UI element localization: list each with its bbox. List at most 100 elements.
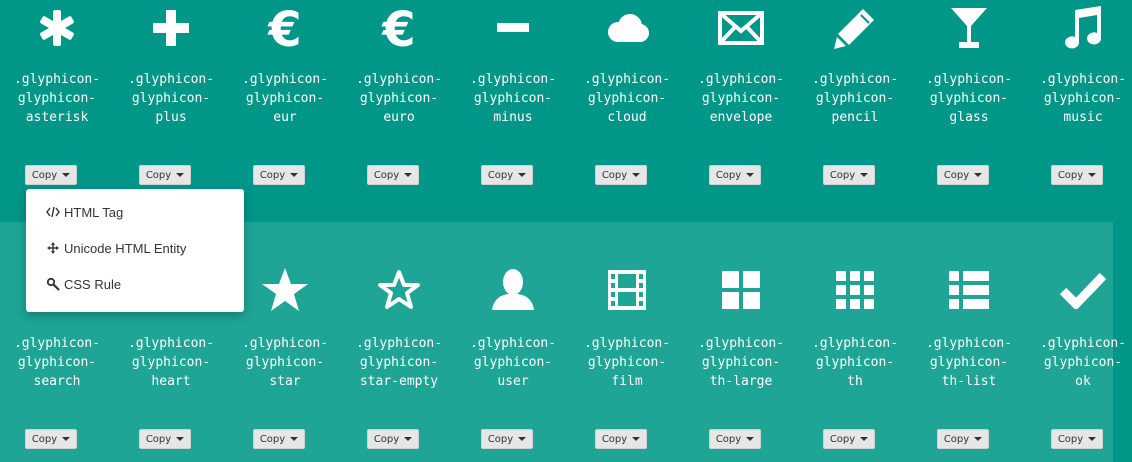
copy-button[interactable]: Copy	[139, 165, 191, 185]
class-name-line: .glyphicon-	[355, 336, 443, 351]
copy-button[interactable]: Copy	[25, 429, 77, 449]
class-name-line: pencil	[831, 110, 879, 125]
class-name-line: envelope	[709, 110, 773, 125]
caret-down-icon	[518, 173, 527, 177]
caret-down-icon	[632, 437, 641, 441]
user-icon	[456, 262, 570, 318]
class-name-line: glyphicon-	[17, 355, 97, 370]
glyph-class-name: .glyphicon-glyphicon-envelope	[684, 70, 798, 127]
glyph-class-name: .glyphicon-glyphicon-search	[0, 334, 114, 391]
copy-button-label: Copy	[829, 433, 856, 445]
class-name-line: .glyphicon-	[697, 72, 785, 87]
dropdown-item-unicode-entity[interactable]: Unicode HTML Entity	[26, 233, 244, 263]
copy-button[interactable]: Copy	[1051, 165, 1103, 185]
glyph-class-name: .glyphicon-glyphicon-pencil	[798, 70, 912, 127]
copy-button[interactable]: Copy	[595, 429, 647, 449]
copy-button[interactable]: Copy	[1051, 429, 1103, 449]
class-name-line: .glyphicon-	[13, 72, 101, 87]
copy-button[interactable]: Copy	[709, 429, 761, 449]
th-list-icon	[912, 262, 1026, 318]
pencil-icon	[798, 0, 912, 56]
asterisk-icon	[0, 0, 114, 56]
copy-button[interactable]: Copy	[253, 429, 305, 449]
class-name-line: ok	[1075, 374, 1091, 389]
class-name-line: .glyphicon-	[925, 336, 1013, 351]
class-name-line: .glyphicon-	[811, 72, 899, 87]
class-name-line: glass	[949, 110, 989, 125]
glyph-class-name: .glyphicon-glyphicon-th-list	[912, 334, 1026, 391]
caret-down-icon	[974, 437, 983, 441]
th-icon	[798, 262, 912, 318]
caret-down-icon	[518, 437, 527, 441]
star-icon	[228, 262, 342, 318]
class-name-line: .glyphicon-	[241, 72, 329, 87]
th-large-icon	[684, 262, 798, 318]
class-name-line: glyphicon-	[359, 91, 439, 106]
class-name-line: .glyphicon-	[583, 72, 671, 87]
copy-button-label: Copy	[373, 433, 400, 445]
copy-button[interactable]: Copy	[367, 165, 419, 185]
dropdown-item-label: Unicode HTML Entity	[64, 240, 187, 256]
class-name-line: .glyphicon-	[925, 72, 1013, 87]
dropdown-item-label: HTML Tag	[64, 204, 124, 220]
copy-button-label: Copy	[715, 433, 742, 445]
plus-icon	[114, 0, 228, 56]
copy-button[interactable]: Copy	[253, 165, 305, 185]
glyph-class-name: .glyphicon-glyphicon-ok	[1026, 334, 1132, 391]
class-name-line: glyphicon-	[701, 355, 781, 370]
class-name-line: .glyphicon-	[811, 336, 899, 351]
envelope-icon	[684, 0, 798, 56]
caret-down-icon	[290, 437, 299, 441]
glyph-class-name: .glyphicon-glyphicon-star	[228, 334, 342, 391]
class-name-line: .glyphicon-	[127, 336, 215, 351]
caret-down-icon	[176, 173, 185, 177]
class-name-line: glyphicon-	[359, 355, 439, 370]
class-name-line: .glyphicon-	[469, 336, 557, 351]
class-name-line: cloud	[607, 110, 647, 125]
class-name-line: user	[497, 374, 529, 389]
class-name-line: glyphicon-	[587, 91, 667, 106]
copy-button[interactable]: Copy	[481, 165, 533, 185]
caret-down-icon	[1088, 437, 1097, 441]
class-name-line: minus	[493, 110, 533, 125]
film-icon	[570, 262, 684, 318]
copy-dropdown-menu: HTML Tag Unicode HTML Entity CSS Rule	[26, 189, 244, 312]
copy-button[interactable]: Copy	[937, 429, 989, 449]
class-name-line: glyphicon-	[473, 91, 553, 106]
class-name-line: euro	[383, 110, 415, 125]
caret-down-icon	[290, 173, 299, 177]
dropdown-item-html-tag[interactable]: HTML Tag	[26, 197, 244, 227]
copy-button[interactable]: Copy	[25, 165, 77, 185]
minus-icon	[456, 0, 570, 56]
copy-button[interactable]: Copy	[823, 165, 875, 185]
copy-button[interactable]: Copy	[595, 165, 647, 185]
move-icon	[46, 241, 60, 255]
class-name-line: search	[33, 374, 81, 389]
glyph-class-name: .glyphicon-glyphicon-music	[1026, 70, 1132, 127]
glyph-class-name: .glyphicon-glyphicon-eur	[228, 70, 342, 127]
copy-button[interactable]: Copy	[823, 429, 875, 449]
copy-button[interactable]: Copy	[481, 429, 533, 449]
class-name-line: plus	[155, 110, 187, 125]
copy-button-label: Copy	[31, 433, 58, 445]
class-name-line: heart	[151, 374, 191, 389]
copy-button[interactable]: Copy	[709, 165, 761, 185]
caret-down-icon	[404, 437, 413, 441]
copy-button-label: Copy	[601, 433, 628, 445]
copy-button[interactable]: Copy	[937, 165, 989, 185]
copy-button[interactable]: Copy	[367, 429, 419, 449]
class-name-line: th-list	[941, 374, 997, 389]
copy-button-label: Copy	[601, 169, 628, 181]
class-name-line: glyphicon-	[815, 355, 895, 370]
code-icon	[46, 205, 60, 219]
copy-button[interactable]: Copy	[139, 429, 191, 449]
caret-down-icon	[974, 173, 983, 177]
class-name-line: glyphicon-	[473, 355, 553, 370]
copy-button-label: Copy	[715, 169, 742, 181]
class-name-line: glyphicon-	[131, 91, 211, 106]
class-name-line: .glyphicon-	[1039, 72, 1127, 87]
copy-button-label: Copy	[259, 433, 286, 445]
class-name-line: glyphicon-	[245, 355, 325, 370]
caret-down-icon	[62, 173, 71, 177]
dropdown-item-css-rule[interactable]: CSS Rule	[26, 269, 244, 299]
